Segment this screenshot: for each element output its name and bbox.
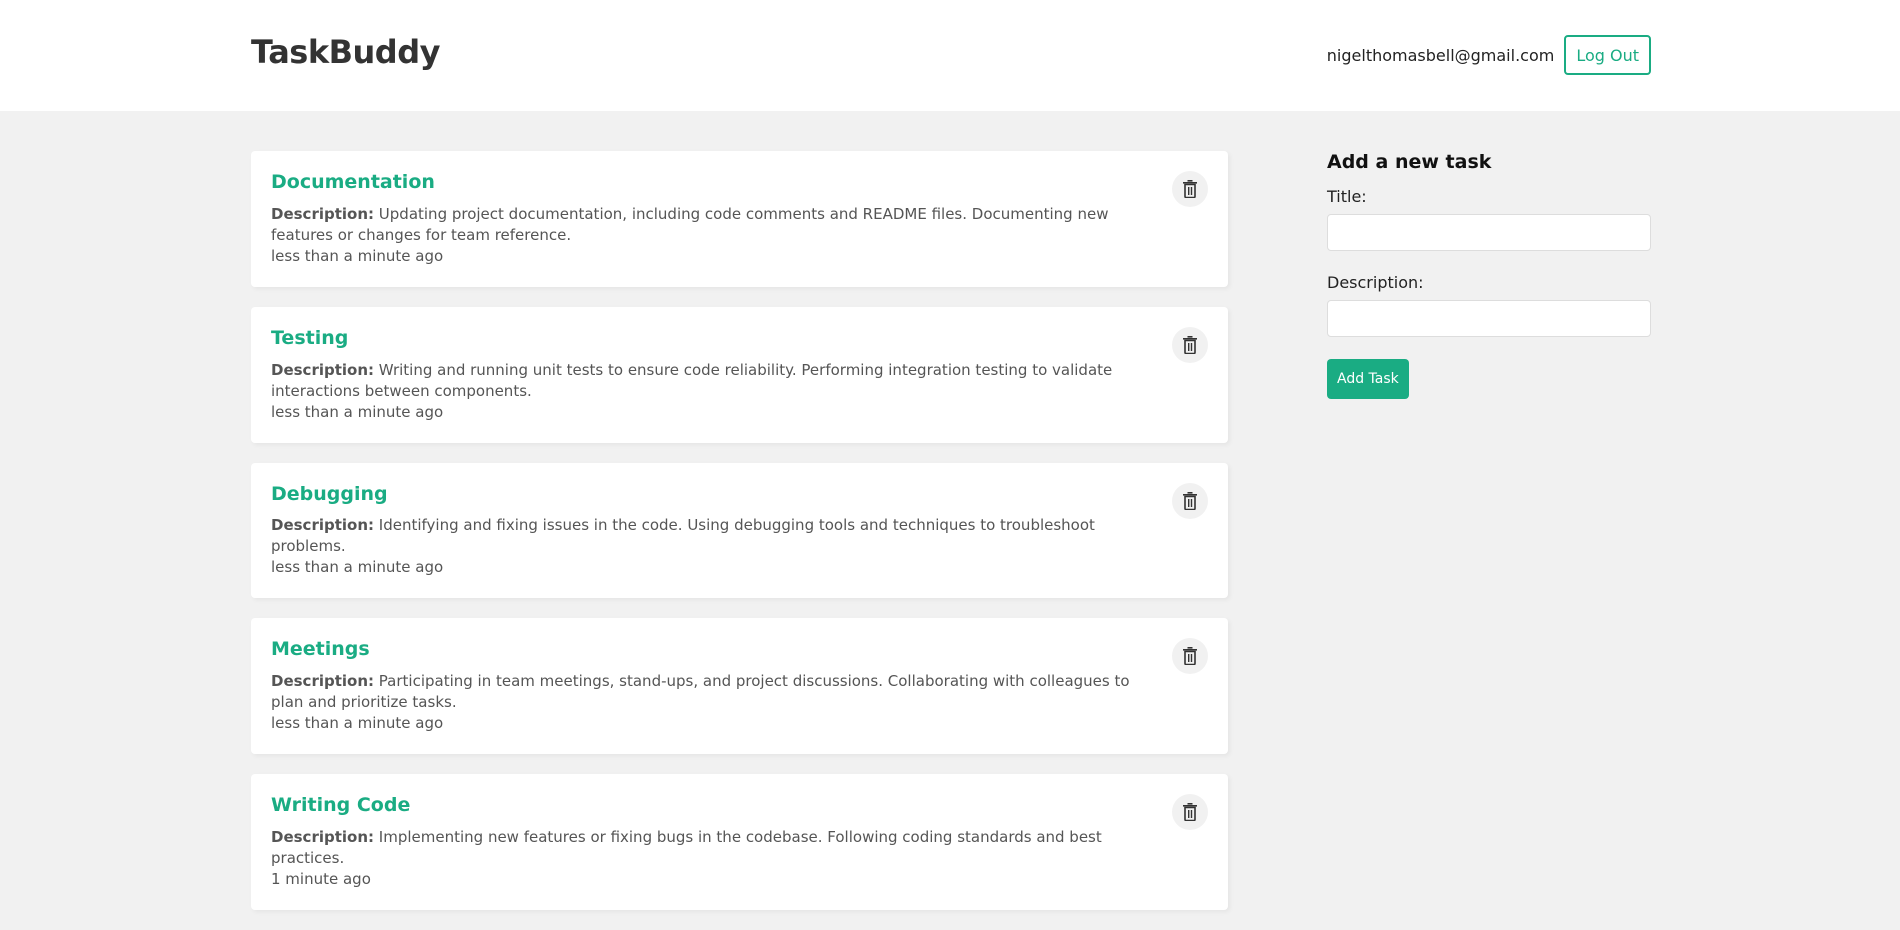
description-label: Description: xyxy=(271,360,375,379)
trash-icon xyxy=(1183,803,1197,822)
task-description: Description: Implementing new features o… xyxy=(271,827,1208,869)
app-logo[interactable]: TaskBuddy xyxy=(251,33,440,71)
task-timestamp: less than a minute ago xyxy=(271,246,444,265)
title-input[interactable] xyxy=(1327,214,1651,251)
trash-icon xyxy=(1183,180,1197,198)
task-title: Documentation xyxy=(271,171,435,193)
task-timestamp: less than a minute ago xyxy=(271,558,444,577)
trash-icon xyxy=(1183,647,1197,666)
task-card: Debugging Description: Identifying and f… xyxy=(251,462,1228,599)
add-task-button[interactable]: Add Task xyxy=(1327,359,1409,399)
task-description: Description: Writing and running unit te… xyxy=(271,360,1208,402)
description-label: Description: xyxy=(271,516,375,535)
task-card: Writing Code Description: Implementing n… xyxy=(251,774,1228,910)
description-text: Updating project documentation, includin… xyxy=(271,204,1109,244)
main-content: Documentation Description: Updating proj… xyxy=(0,111,1900,911)
logout-button[interactable]: Log Out xyxy=(1564,35,1651,75)
delete-task-button[interactable] xyxy=(1172,638,1208,675)
trash-icon xyxy=(1183,491,1197,510)
task-description: Description: Participating in team meeti… xyxy=(271,671,1208,713)
description-text: Participating in team meetings, stand-up… xyxy=(271,672,1130,712)
task-title: Testing xyxy=(271,326,349,349)
delete-task-button[interactable] xyxy=(1172,326,1208,363)
task-title: Writing Code xyxy=(271,794,411,817)
task-title: Debugging xyxy=(271,482,388,505)
delete-task-button[interactable] xyxy=(1172,794,1208,831)
task-card: Documentation Description: Updating proj… xyxy=(251,151,1228,287)
task-list: Documentation Description: Updating proj… xyxy=(251,151,1228,930)
form-heading: Add a new task xyxy=(1327,151,1492,173)
task-timestamp: less than a minute ago xyxy=(271,714,444,733)
task-description: Description: Updating project documentat… xyxy=(271,204,1208,246)
add-task-form: Add a new task Title: Description: Add T… xyxy=(1327,151,1651,399)
trash-icon xyxy=(1183,335,1197,354)
description-label: Description: xyxy=(271,827,375,846)
description-field-label: Description: xyxy=(1327,273,1424,292)
task-title: Meetings xyxy=(271,638,370,661)
task-timestamp: less than a minute ago xyxy=(271,402,444,421)
user-area: nigelthomasbell@gmail.com Log Out xyxy=(1327,35,1651,75)
description-text: Implementing new features or fixing bugs… xyxy=(271,827,1102,867)
description-input[interactable] xyxy=(1327,300,1651,337)
delete-task-button[interactable] xyxy=(1172,171,1208,207)
delete-task-button[interactable] xyxy=(1172,482,1208,519)
description-label: Description: xyxy=(271,204,375,223)
task-description: Description: Identifying and fixing issu… xyxy=(271,515,1208,557)
description-label: Description: xyxy=(271,672,375,691)
task-card: Meetings Description: Participating in t… xyxy=(251,618,1228,755)
task-timestamp: 1 minute ago xyxy=(271,869,371,888)
task-card: Testing Description: Writing and running… xyxy=(251,306,1228,443)
user-email: nigelthomasbell@gmail.com xyxy=(1326,45,1555,65)
title-label: Title: xyxy=(1327,187,1367,206)
description-text: Writing and running unit tests to ensure… xyxy=(271,360,1113,400)
description-text: Identifying and fixing issues in the cod… xyxy=(271,516,1095,556)
app-header: TaskBuddy nigelthomasbell@gmail.com Log … xyxy=(0,0,1900,111)
